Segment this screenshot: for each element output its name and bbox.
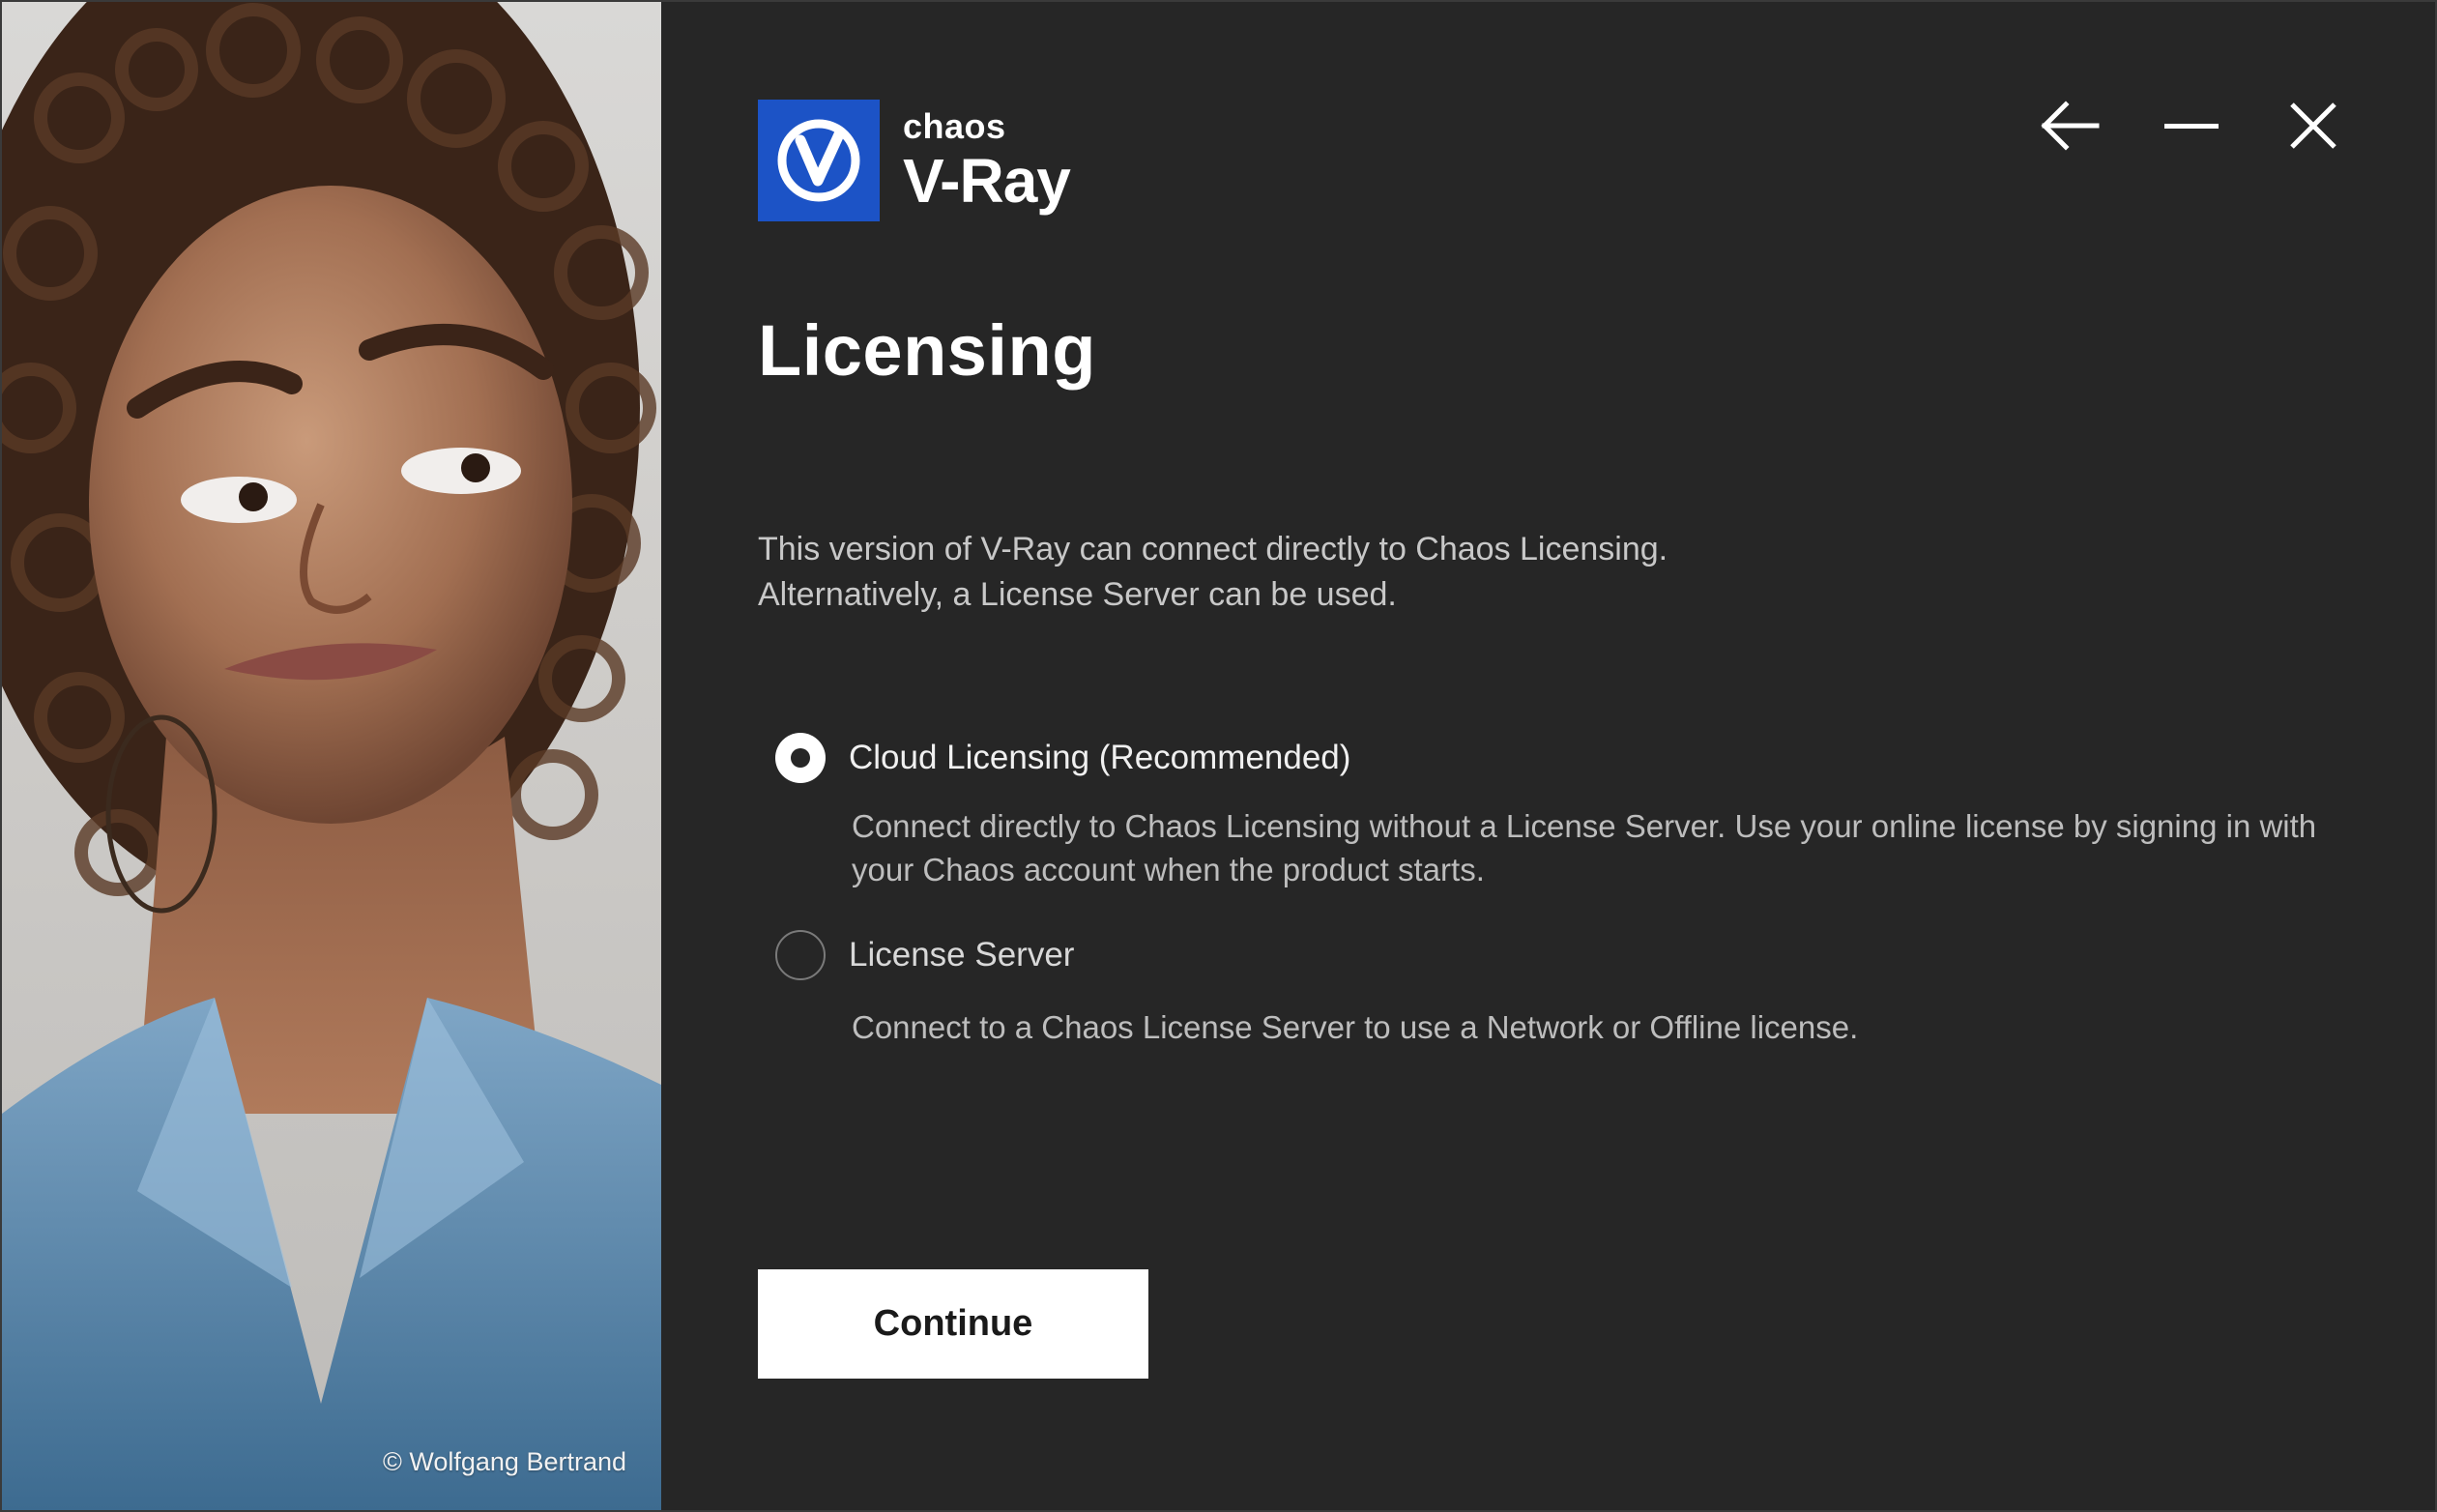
logo-wordmark: chaos V-Ray (903, 106, 1071, 216)
arrow-left-icon (2041, 101, 2100, 151)
portrait-image (2, 2, 661, 1510)
license-server-radio-row[interactable]: License Server (775, 930, 2331, 980)
minimize-button[interactable] (2161, 97, 2222, 155)
window-controls (2039, 97, 2344, 155)
minimize-icon (2164, 124, 2219, 129)
close-button[interactable] (2282, 97, 2344, 155)
license-server-radio[interactable] (775, 930, 826, 980)
option-license-server: License Server Connect to a Chaos Licens… (775, 930, 2331, 1049)
licensing-window: © Wolfgang Bertrand chaos V-Ray Licensin… (0, 0, 2437, 1512)
close-icon (2290, 102, 2336, 149)
cloud-licensing-label[interactable]: Cloud Licensing (Recommended) (849, 739, 1350, 777)
description-line-2: Alternatively, a License Server can be u… (758, 576, 1397, 613)
option-cloud-licensing: Cloud Licensing (Recommended) Connect di… (775, 733, 2331, 891)
brand-name: chaos (903, 106, 1006, 146)
cloud-licensing-radio[interactable] (775, 733, 826, 783)
cloud-licensing-description: Connect directly to Chaos Licensing with… (852, 808, 2317, 887)
image-credit: © Wolfgang Bertrand (382, 1447, 626, 1476)
description-line-1: This version of V-Ray can connect direct… (758, 531, 1668, 567)
product-name: V-Ray (903, 146, 1071, 216)
vray-logo-icon (758, 100, 880, 221)
page-title: Licensing (758, 310, 1096, 391)
license-server-label[interactable]: License Server (849, 936, 1074, 974)
back-button[interactable] (2039, 97, 2101, 155)
vray-logo: chaos V-Ray (758, 100, 1071, 221)
continue-button[interactable]: Continue (758, 1269, 1148, 1379)
content-panel: chaos V-Ray Licensing This version of V-… (661, 2, 2435, 1510)
hero-illustration: © Wolfgang Bertrand (2, 2, 661, 1510)
cloud-licensing-radio-row[interactable]: Cloud Licensing (Recommended) (775, 733, 2331, 783)
page-description: This version of V-Ray can connect direct… (758, 527, 1668, 618)
license-server-description: Connect to a Chaos License Server to use… (852, 1009, 1859, 1045)
